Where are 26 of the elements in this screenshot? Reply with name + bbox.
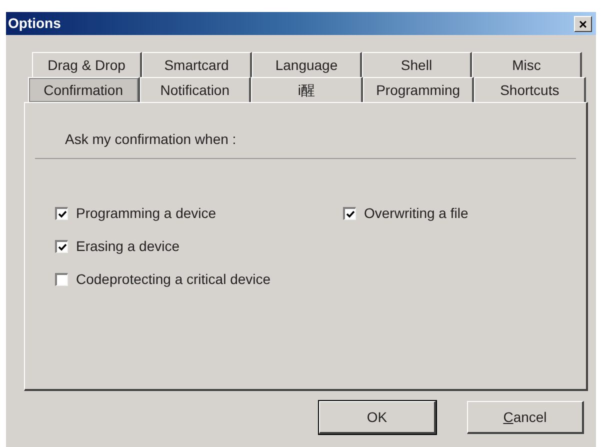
checkbox-label: Erasing a device xyxy=(76,237,180,256)
tab[interactable]: Confirmation xyxy=(28,77,140,102)
checkmark-icon xyxy=(58,210,66,218)
tab[interactable]: Notification xyxy=(140,77,252,102)
dialog-button[interactable]: Cancel xyxy=(467,401,584,434)
checkmark-icon xyxy=(346,210,354,218)
tab[interactable]: Misc xyxy=(472,52,582,77)
tab[interactable]: Smartcard xyxy=(142,52,252,77)
checkbox[interactable] xyxy=(55,207,68,220)
checkbox[interactable] xyxy=(55,273,68,286)
checkbox-label: Overwriting a file xyxy=(364,204,468,223)
tab[interactable]: Drag & Drop xyxy=(32,52,142,77)
tab[interactable]: Shell xyxy=(362,52,472,77)
window-title: Options xyxy=(8,14,61,33)
tab[interactable]: Language xyxy=(252,52,362,77)
group-label: Ask my confirmation when : xyxy=(65,131,236,147)
checkbox-label: Codeprotecting a critical device xyxy=(76,270,271,289)
checkbox[interactable] xyxy=(343,207,356,220)
tab[interactable]: Programming xyxy=(362,77,474,102)
close-button[interactable]: × xyxy=(574,16,592,32)
checkmark-icon xyxy=(58,242,66,252)
tab[interactable]: Shortcuts xyxy=(474,77,586,102)
dialog-button[interactable]: OK xyxy=(319,401,436,434)
checkbox-label: Programming a device xyxy=(76,204,216,223)
tab[interactable]: i醒 xyxy=(251,77,363,102)
checkbox[interactable] xyxy=(55,240,68,253)
